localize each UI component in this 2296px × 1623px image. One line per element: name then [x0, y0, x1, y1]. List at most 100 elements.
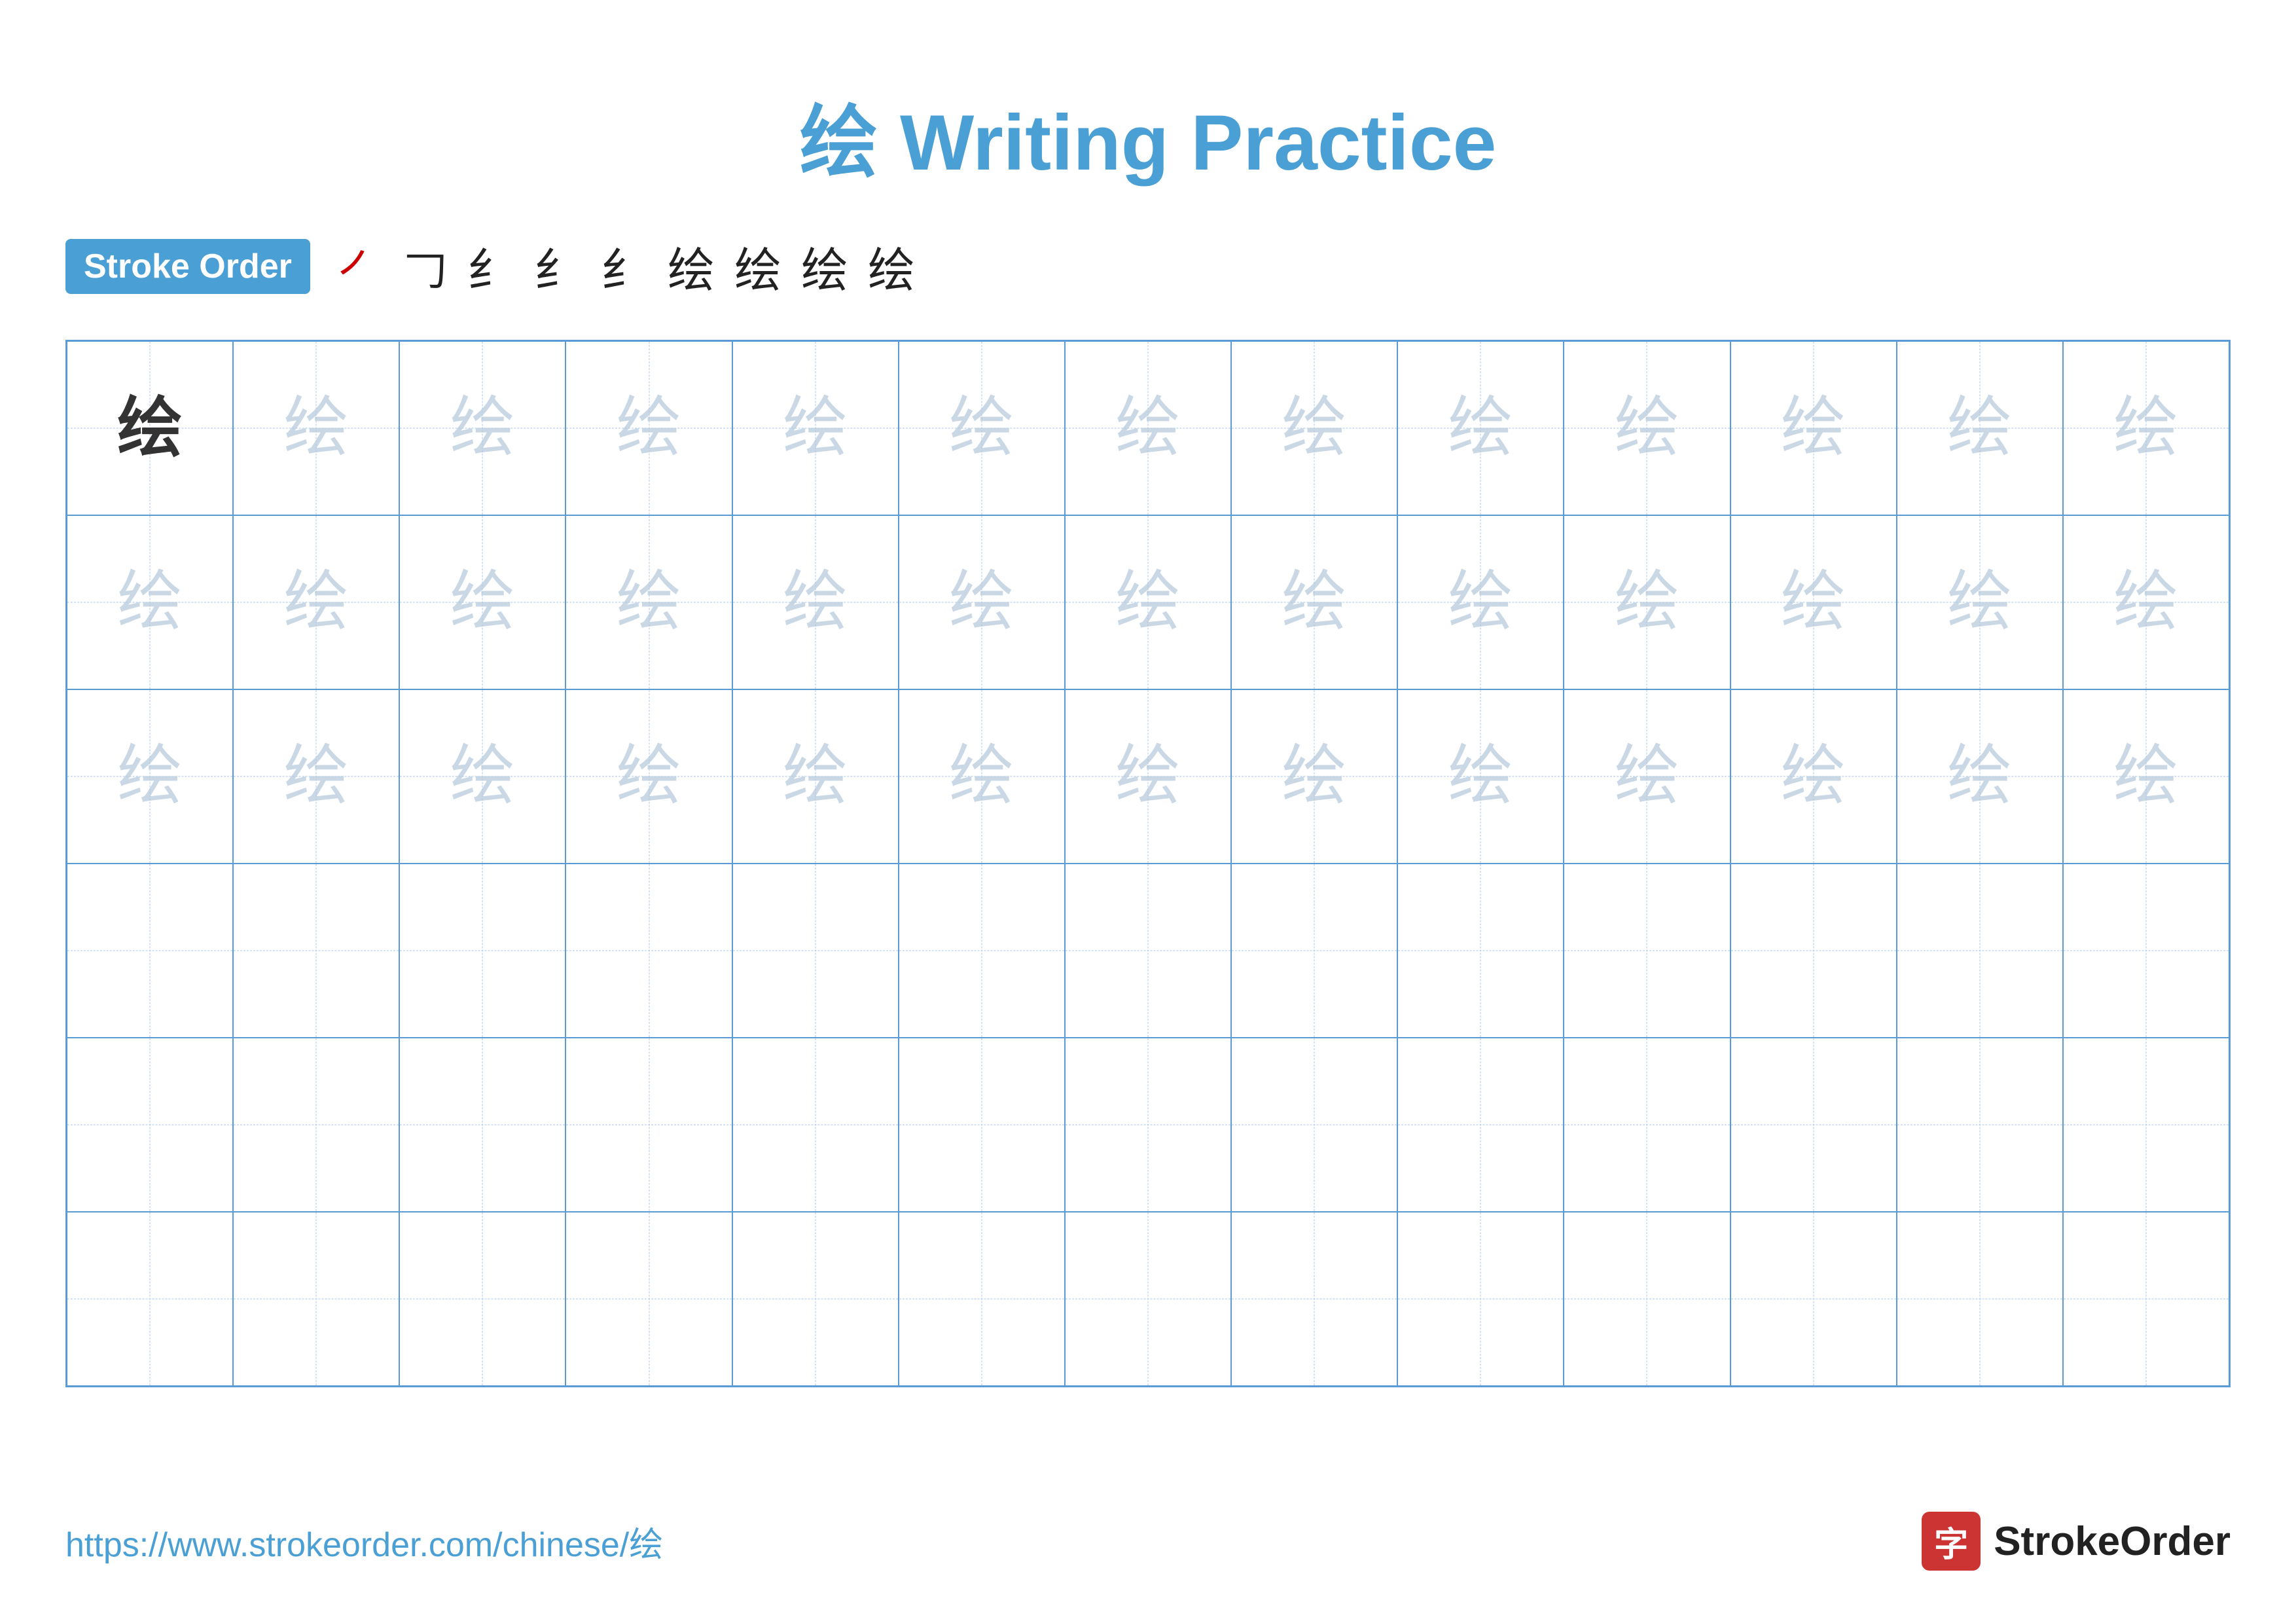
grid-cell[interactable] — [1397, 1038, 1564, 1212]
grid-cell[interactable]: 绘 — [1065, 689, 1231, 864]
grid-cell[interactable] — [732, 1038, 899, 1212]
grid-cell[interactable] — [67, 1038, 233, 1212]
stroke-char-9: 绘 — [868, 232, 915, 301]
title-text: Writing Practice — [878, 99, 1497, 187]
grid-cell[interactable]: 绘 — [233, 515, 399, 689]
grid-cell[interactable]: 绘 — [1564, 689, 1730, 864]
stroke-char-1: ㇒ — [336, 232, 384, 301]
stroke-order-chars: ㇒ 𠃌 纟 纟 纟 绘 绘 绘 绘 — [336, 232, 915, 301]
grid-cell[interactable]: 绘 — [2063, 689, 2229, 864]
grid-cell[interactable] — [565, 1038, 732, 1212]
grid-cell[interactable] — [899, 1038, 1065, 1212]
grid-cell[interactable]: 绘 — [233, 689, 399, 864]
grid-cell[interactable] — [1065, 1038, 1231, 1212]
writing-grid: 绘绘绘绘绘绘绘绘绘绘绘绘绘绘绘绘绘绘绘绘绘绘绘绘绘绘绘绘绘绘绘绘绘绘绘绘绘绘绘 — [65, 340, 2231, 1387]
grid-cell[interactable]: 绘 — [565, 515, 732, 689]
grid-cell[interactable] — [2063, 1212, 2229, 1386]
grid-cell[interactable]: 绘 — [1397, 515, 1564, 689]
grid-cell[interactable] — [1065, 1212, 1231, 1386]
stroke-char-7: 绘 — [734, 232, 781, 301]
grid-cell[interactable] — [399, 864, 565, 1038]
footer-brand: 字 StrokeOrder — [1922, 1512, 2231, 1571]
grid-cell[interactable]: 绘 — [1231, 515, 1397, 689]
grid-cell[interactable]: 绘 — [1564, 515, 1730, 689]
grid-cell[interactable]: 绘 — [1397, 341, 1564, 515]
grid-cell[interactable] — [1897, 1038, 2063, 1212]
grid-cell[interactable]: 绘 — [1231, 689, 1397, 864]
grid-cell[interactable] — [899, 1212, 1065, 1386]
stroke-order-row: Stroke Order ㇒ 𠃌 纟 纟 纟 绘 绘 绘 绘 — [65, 232, 2231, 301]
brand-icon: 字 — [1922, 1512, 1981, 1571]
grid-cell[interactable] — [399, 1038, 565, 1212]
stroke-char-5: 纟 — [601, 232, 648, 301]
grid-cell[interactable] — [565, 864, 732, 1038]
stroke-char-6: 绘 — [668, 232, 715, 301]
title-chinese-char: 绘 — [800, 99, 878, 187]
brand-name: StrokeOrder — [1994, 1518, 2231, 1565]
grid-cell[interactable] — [1564, 1212, 1730, 1386]
grid-cell[interactable]: 绘 — [1231, 341, 1397, 515]
grid-cell[interactable]: 绘 — [399, 689, 565, 864]
grid-cell[interactable] — [1564, 864, 1730, 1038]
stroke-char-8: 绘 — [801, 232, 848, 301]
grid-cell[interactable]: 绘 — [899, 689, 1065, 864]
grid-cell[interactable]: 绘 — [67, 515, 233, 689]
grid-cell[interactable] — [2063, 1038, 2229, 1212]
grid-cell[interactable]: 绘 — [1897, 341, 2063, 515]
grid-cell[interactable] — [1231, 1212, 1397, 1386]
grid-cell[interactable]: 绘 — [899, 341, 1065, 515]
grid-cell[interactable] — [67, 864, 233, 1038]
grid-cell[interactable] — [2063, 864, 2229, 1038]
grid-cell[interactable]: 绘 — [2063, 341, 2229, 515]
grid-cell[interactable] — [67, 1212, 233, 1386]
grid-cell[interactable] — [1564, 1038, 1730, 1212]
grid-cell[interactable]: 绘 — [233, 341, 399, 515]
grid-cell[interactable]: 绘 — [67, 689, 233, 864]
stroke-char-4: 纟 — [534, 232, 581, 301]
page-title: 绘 Writing Practice — [65, 79, 2231, 192]
grid-cell[interactable]: 绘 — [1731, 341, 1897, 515]
grid-cell[interactable]: 绘 — [1897, 689, 2063, 864]
grid-cell[interactable] — [233, 864, 399, 1038]
grid-cell[interactable] — [1897, 1212, 2063, 1386]
grid-cell[interactable]: 绘 — [399, 515, 565, 689]
stroke-char-2: 𠃌 — [403, 234, 448, 299]
footer: https://www.strokeorder.com/chinese/绘 字 … — [65, 1512, 2231, 1571]
grid-cell[interactable] — [233, 1038, 399, 1212]
grid-cell[interactable]: 绘 — [565, 341, 732, 515]
footer-url: https://www.strokeorder.com/chinese/绘 — [65, 1517, 663, 1566]
grid-cell[interactable] — [1231, 864, 1397, 1038]
stroke-order-badge: Stroke Order — [65, 239, 310, 294]
grid-cell[interactable] — [1731, 1212, 1897, 1386]
grid-cell[interactable] — [1397, 1212, 1564, 1386]
grid-cell[interactable]: 绘 — [899, 515, 1065, 689]
grid-cell[interactable] — [1397, 864, 1564, 1038]
grid-cell[interactable]: 绘 — [1065, 515, 1231, 689]
grid-cell[interactable] — [1897, 864, 2063, 1038]
grid-cell[interactable] — [233, 1212, 399, 1386]
grid-cell[interactable] — [565, 1212, 732, 1386]
grid-cell[interactable]: 绘 — [732, 515, 899, 689]
grid-cell[interactable]: 绘 — [399, 341, 565, 515]
grid-cell[interactable] — [732, 1212, 899, 1386]
grid-cell[interactable]: 绘 — [1564, 341, 1730, 515]
grid-cell[interactable]: 绘 — [1731, 515, 1897, 689]
grid-cell[interactable]: 绘 — [565, 689, 732, 864]
grid-cell[interactable] — [1731, 1038, 1897, 1212]
grid-cell[interactable] — [1231, 1038, 1397, 1212]
grid-cell[interactable]: 绘 — [1397, 689, 1564, 864]
stroke-char-3: 纟 — [467, 232, 514, 301]
grid-cell[interactable] — [1065, 864, 1231, 1038]
grid-cell[interactable]: 绘 — [1731, 689, 1897, 864]
grid-cell[interactable] — [899, 864, 1065, 1038]
grid-cell[interactable]: 绘 — [2063, 515, 2229, 689]
grid-cell[interactable] — [1731, 864, 1897, 1038]
grid-cell[interactable]: 绘 — [1897, 515, 2063, 689]
grid-cell[interactable]: 绘 — [67, 341, 233, 515]
grid-cell[interactable]: 绘 — [1065, 341, 1231, 515]
page: 绘 Writing Practice Stroke Order ㇒ 𠃌 纟 纟 … — [0, 0, 2296, 1623]
grid-cell[interactable]: 绘 — [732, 689, 899, 864]
grid-cell[interactable] — [399, 1212, 565, 1386]
grid-cell[interactable]: 绘 — [732, 341, 899, 515]
grid-cell[interactable] — [732, 864, 899, 1038]
